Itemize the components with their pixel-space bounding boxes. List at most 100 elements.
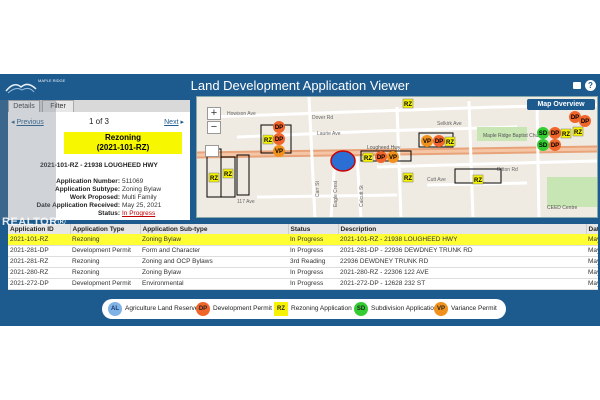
map-marker-dp[interactable]: DP: [579, 115, 591, 127]
app-title: Land Development Application Viewer: [190, 78, 410, 93]
table-cell: Rezoning: [70, 267, 140, 279]
table-cell: 2021-281-DP - 22936 DEWDNEY TRUNK RD: [338, 245, 586, 257]
street-calcutt: Calcutt St: [359, 185, 365, 207]
selected-application-box: Rezoning (2021-101-RZ): [64, 132, 182, 154]
table-cell: In Progress: [288, 278, 338, 290]
svg-text:RZ: RZ: [574, 130, 582, 136]
svg-text:SD: SD: [539, 131, 548, 137]
table-cell: Zoning Bylaw: [140, 234, 288, 246]
layers-icon[interactable]: [205, 145, 219, 157]
svg-text:RZ: RZ: [210, 176, 218, 182]
zoom-in-button[interactable]: +: [207, 107, 221, 120]
street-laurie: Laurie Ave: [317, 131, 341, 137]
zoom-out-button[interactable]: −: [207, 121, 221, 134]
table-cell: 2021-101-RZ: [8, 234, 70, 246]
al-badge-icon: AL: [108, 302, 122, 316]
svg-text:RZ: RZ: [224, 172, 232, 178]
table-cell: Zoning Bylaw: [140, 267, 288, 279]
svg-text:RZ: RZ: [404, 102, 412, 108]
svg-text:RZ: RZ: [446, 140, 454, 146]
map-marker-sd[interactable]: SD: [537, 127, 549, 139]
table-cell: Environmental: [140, 278, 288, 290]
svg-text:DP: DP: [275, 125, 283, 131]
table-row[interactable]: 2021-281-RZ Rezoning Zoning and OCP Byla…: [8, 256, 598, 268]
map-view[interactable]: Dover Rd Howison Ave Laurie Ave Selkirk …: [196, 96, 598, 218]
map-marker-rz[interactable]: RZ: [572, 126, 584, 137]
application-type: Rezoning: [105, 133, 141, 142]
table-cell: 2021-281-RZ: [8, 256, 70, 268]
map-marker-rz[interactable]: RZ: [222, 168, 234, 179]
legend-item-sd: SD Subdivision Application: [354, 302, 438, 316]
map-marker-dp[interactable]: DP: [273, 133, 285, 145]
vp-badge-icon: VP: [434, 302, 448, 316]
table-cell: 2021-280-RZ - 22306 122 AVE: [338, 267, 586, 279]
applications-table: Application ID Application Type Applicat…: [8, 224, 598, 290]
table-cell: May 20, 2: [586, 278, 598, 290]
svg-text:RZ: RZ: [404, 176, 412, 182]
map-marker-vp[interactable]: VP: [421, 135, 433, 147]
svg-text:DP: DP: [571, 115, 579, 121]
svg-text:DP: DP: [551, 143, 559, 149]
map-marker-dp[interactable]: DP: [549, 127, 561, 139]
map-marker-rz[interactable]: RZ: [262, 134, 274, 145]
column-header[interactable]: Date Receiv: [586, 224, 598, 234]
column-header[interactable]: Application Type: [70, 224, 141, 234]
selected-parcel-marker[interactable]: [330, 150, 356, 172]
rz-badge-icon: RZ: [274, 302, 288, 316]
table-cell: Form and Character: [140, 245, 288, 257]
map-marker-rz[interactable]: RZ: [402, 98, 414, 109]
table-cell: May 21, 2: [586, 256, 598, 268]
svg-text:VP: VP: [275, 149, 283, 155]
map-marker-dp[interactable]: DP: [375, 151, 387, 163]
street-howison: Howison Ave: [227, 111, 256, 117]
street-117-ave: 117 Ave: [237, 199, 255, 205]
legend-item-vp: VP Variance Permit: [434, 302, 497, 316]
map-marker-vp[interactable]: VP: [273, 145, 285, 157]
table-cell: Development Permit: [70, 245, 140, 257]
legend-item-al: AL Agriculture Land Reserve: [108, 302, 198, 316]
column-header[interactable]: Application Sub-type: [140, 224, 289, 234]
svg-text:SD: SD: [539, 143, 548, 149]
map-marker-rz[interactable]: RZ: [362, 152, 374, 163]
map-marker-dp[interactable]: DP: [549, 139, 561, 151]
svg-text:RZ: RZ: [364, 156, 372, 162]
map-overview-button[interactable]: Map Overview: [527, 99, 595, 110]
map-marker-rz[interactable]: RZ: [444, 136, 456, 147]
help-icon[interactable]: ?: [585, 80, 596, 91]
svg-text:RZ: RZ: [474, 178, 482, 184]
table-row[interactable]: 2021-280-RZ Rezoning Zoning Bylaw In Pro…: [8, 267, 598, 279]
legend: AL Agriculture Land Reserve DP Development…: [102, 299, 506, 319]
svg-text:DP: DP: [275, 137, 283, 143]
watermark-shade: [0, 100, 56, 220]
svg-text:VP: VP: [423, 139, 431, 145]
map-marker-rz[interactable]: RZ: [560, 128, 572, 139]
map-marker-rz[interactable]: RZ: [472, 174, 484, 185]
table-cell: 2021-101-RZ - 21938 LOUGHEED HWY: [338, 234, 586, 246]
next-link[interactable]: Next ▸: [164, 118, 184, 126]
map-marker-dp[interactable]: DP: [433, 135, 445, 147]
mail-icon[interactable]: [573, 82, 581, 89]
table-cell: In Progress: [288, 267, 338, 279]
map-marker-rz[interactable]: RZ: [208, 172, 220, 183]
street-ditton: Ditton Rd: [497, 167, 518, 173]
table-row[interactable]: 2021-281-DP Development Permit Form and …: [8, 245, 598, 257]
svg-text:RZ: RZ: [562, 132, 570, 138]
table-row[interactable]: 2021-101-RZ Rezoning Zoning Bylaw In Pro…: [8, 234, 598, 246]
app-window: MAPLE RIDGE Land Development Application…: [0, 74, 600, 326]
table-cell: In Progress: [288, 245, 338, 257]
column-header[interactable]: Status: [288, 224, 339, 234]
table-cell: May 25, 2: [586, 234, 598, 246]
table-cell: Zoning and OCP Bylaws: [140, 256, 288, 268]
map-marker-dp[interactable]: DP: [273, 121, 285, 133]
map-marker-vp[interactable]: VP: [387, 151, 399, 163]
table-row[interactable]: 2021-272-DP Development Permit Environme…: [8, 278, 598, 290]
legend-item-dp: DP Development Permit: [196, 302, 272, 316]
svg-text:DP: DP: [435, 139, 443, 145]
dp-badge-icon: DP: [196, 302, 210, 316]
map-marker-sd[interactable]: SD: [537, 139, 549, 151]
map-marker-rz[interactable]: RZ: [402, 172, 414, 183]
column-header[interactable]: Description: [338, 224, 587, 234]
map-canvas[interactable]: Dover Rd Howison Ave Laurie Ave Selkirk …: [197, 97, 598, 218]
table-cell: Rezoning: [70, 234, 140, 246]
table-cell: 3rd Reading: [288, 256, 338, 268]
